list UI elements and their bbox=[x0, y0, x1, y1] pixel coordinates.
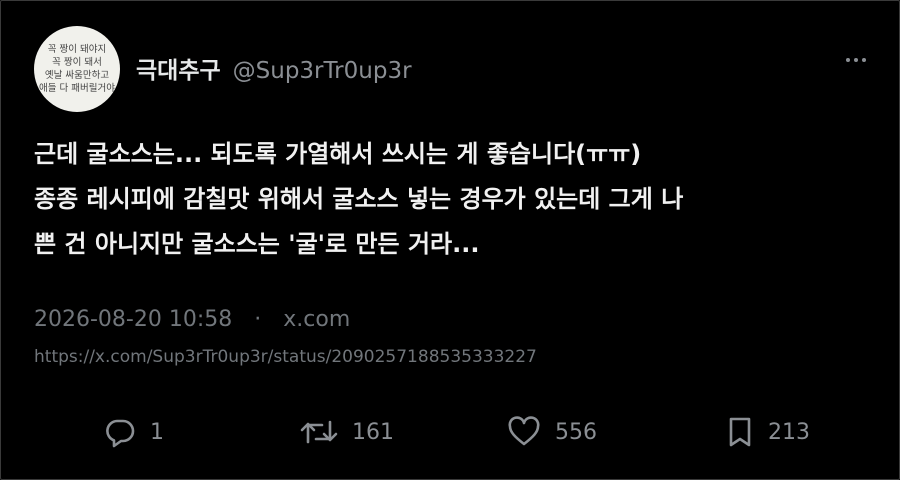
user-handle[interactable]: @Sup3rTr0up3r bbox=[233, 58, 412, 84]
tweet-url[interactable]: https://x.com/Sup3rTr0up3r/status/209025… bbox=[34, 347, 537, 367]
avatar-text-line: 옛날 싸움만하고 bbox=[44, 70, 110, 81]
retweet-count: 161 bbox=[352, 419, 394, 445]
tweet-header: 극대추구 @Sup3rTr0up3r bbox=[136, 51, 412, 85]
avatar-text-line: 꼭 짱이 돼서 bbox=[52, 57, 102, 68]
avatar[interactable]: 꼭 짱이 돼야지 꼭 짱이 돼서 옛날 싸움만하고 애들 다 패버릴거야 bbox=[34, 26, 120, 112]
reply-icon bbox=[106, 419, 135, 448]
action-bar: 1 161 556 213 bbox=[0, 416, 900, 456]
bookmark-button[interactable]: 213 bbox=[726, 416, 810, 448]
bookmark-count: 213 bbox=[768, 419, 810, 445]
like-button[interactable]: 556 bbox=[507, 416, 597, 448]
avatar-text-line: 애들 다 패버릴거야 bbox=[39, 83, 115, 94]
more-dots-icon[interactable] bbox=[846, 58, 866, 62]
retweet-button[interactable]: 161 bbox=[300, 416, 394, 448]
like-count: 556 bbox=[555, 419, 597, 445]
reply-button[interactable]: 1 bbox=[104, 416, 164, 448]
meta-separator: · bbox=[254, 307, 262, 332]
avatar-text-line: 꼭 짱이 돼야지 bbox=[47, 44, 107, 55]
tweet-text: 근데 굴소스는... 되도록 가열해서 쓰시는 게 좋습니다(ㅠㅠ) 종종 레시… bbox=[34, 140, 684, 258]
tweet-meta: 2026-08-20 10:58 · x.com bbox=[34, 307, 350, 332]
display-name[interactable]: 극대추구 bbox=[136, 51, 221, 85]
tweet-source[interactable]: x.com bbox=[283, 307, 350, 332]
heart-icon bbox=[508, 416, 540, 446]
retweet-icon bbox=[300, 420, 338, 444]
reply-count: 1 bbox=[150, 419, 164, 445]
tweet-timestamp[interactable]: 2026-08-20 10:58 bbox=[34, 307, 232, 332]
bookmark-icon bbox=[729, 417, 751, 447]
